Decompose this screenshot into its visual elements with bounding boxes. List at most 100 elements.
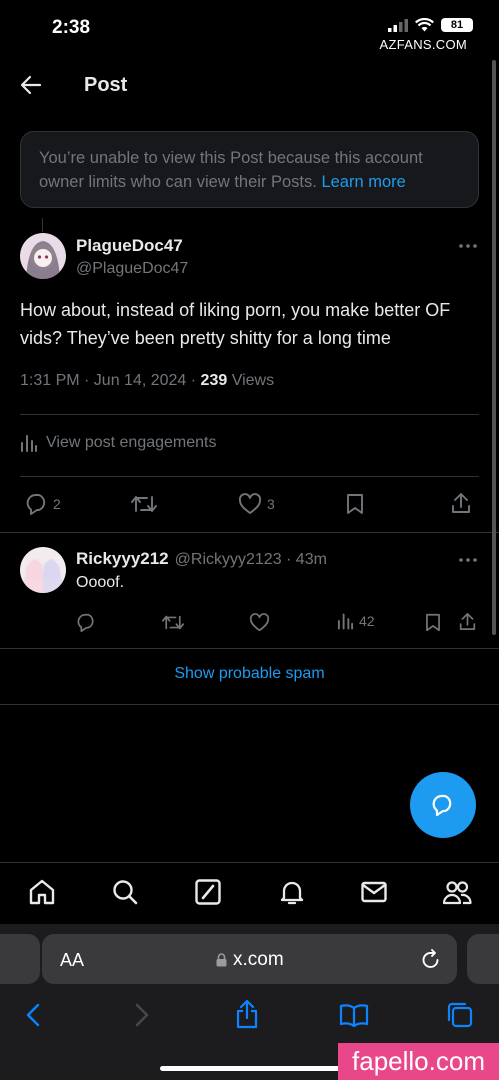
- divider: [0, 532, 499, 533]
- search-icon: [113, 880, 138, 905]
- bookmark-button[interactable]: [346, 493, 364, 515]
- mail-icon: [361, 881, 387, 903]
- like-button[interactable]: 3: [238, 493, 275, 515]
- view-engagements-link[interactable]: View post engagements: [20, 434, 216, 452]
- reply-like-button[interactable]: [249, 613, 270, 632]
- watermark-bottom: fapello.com: [338, 1043, 499, 1080]
- reply-avatar[interactable]: [20, 547, 66, 593]
- chat-bubble-icon: [432, 794, 452, 817]
- tab-grok[interactable]: [194, 878, 222, 906]
- chevron-right-icon: [135, 1003, 149, 1027]
- reply-views-button[interactable]: 42: [337, 612, 375, 630]
- engagements-label: View post engagements: [46, 434, 217, 451]
- heart-icon: [249, 613, 270, 632]
- watermark-top: AZFANS.COM: [379, 37, 467, 52]
- tab-notifications[interactable]: [278, 878, 306, 906]
- lock-icon: [216, 953, 227, 967]
- home-icon: [29, 879, 55, 905]
- more-icon: [459, 244, 477, 248]
- repost-icon: [162, 615, 184, 630]
- people-icon: [442, 881, 472, 905]
- reply-more-button[interactable]: [459, 558, 477, 562]
- tabs-icon: [447, 1002, 473, 1028]
- post-more-button[interactable]: [459, 244, 477, 248]
- url-display[interactable]: x.com: [216, 949, 284, 971]
- page-title: Post: [84, 74, 128, 96]
- tab-communities[interactable]: [442, 878, 472, 906]
- share-button[interactable]: [451, 492, 471, 514]
- reply-avatar-image: [20, 547, 66, 593]
- previous-tab-pill[interactable]: [0, 934, 40, 984]
- battery-indicator: 81: [441, 18, 473, 32]
- repost-button[interactable]: [131, 493, 157, 515]
- back-button[interactable]: [20, 75, 42, 95]
- reply-views-count: 42: [359, 613, 375, 629]
- reply-author-name[interactable]: Rickyyy212: [76, 549, 169, 569]
- back-arrow-icon: [20, 75, 42, 95]
- show-spam-link[interactable]: Show probable spam: [0, 665, 499, 683]
- tab-messages[interactable]: [360, 878, 388, 906]
- author-name[interactable]: PlagueDoc47: [76, 236, 183, 256]
- share-icon: [459, 613, 476, 630]
- divider: [20, 414, 479, 415]
- reply-text: Oooof.: [76, 574, 125, 591]
- reply-share-button[interactable]: [459, 612, 476, 631]
- more-icon: [459, 558, 477, 562]
- reply-icon: [77, 613, 94, 632]
- post-meta: 1:31 PM · Jun 14, 2024 · 239 Views: [20, 372, 274, 390]
- bookmark-icon: [347, 494, 363, 514]
- reload-icon: [422, 949, 439, 968]
- status-icons: 81: [388, 18, 473, 32]
- thread-line: [42, 218, 43, 232]
- book-icon: [339, 1004, 369, 1027]
- reply-reply-button[interactable]: [77, 613, 96, 632]
- tab-bar: [0, 862, 499, 924]
- wifi-icon: [415, 18, 434, 32]
- analytics-icon: [337, 613, 354, 630]
- grok-icon: [195, 879, 221, 905]
- url-text: x.com: [233, 949, 284, 970]
- bookmark-icon: [426, 613, 440, 632]
- post-time: 1:31 PM · Jun 14, 2024 ·: [20, 372, 201, 389]
- tab-home[interactable]: [28, 878, 56, 906]
- compose-reply-button[interactable]: [410, 772, 476, 838]
- divider: [0, 704, 499, 705]
- share-icon: [452, 493, 470, 513]
- reply-bookmark-button[interactable]: [425, 613, 441, 632]
- divider: [20, 476, 479, 477]
- bookmarks-button[interactable]: [339, 1003, 369, 1027]
- author-handle[interactable]: @PlagueDoc47: [76, 260, 188, 278]
- home-indicator[interactable]: [160, 1066, 340, 1071]
- browser-forward-button[interactable]: [135, 1003, 149, 1027]
- repost-icon: [131, 496, 157, 512]
- reply-icon: [26, 494, 46, 515]
- avatar[interactable]: [20, 233, 66, 279]
- analytics-icon: [21, 435, 37, 452]
- divider: [0, 648, 499, 649]
- scrollbar[interactable]: [492, 60, 496, 635]
- views-label: Views: [227, 372, 275, 389]
- views-count: 239: [200, 372, 228, 389]
- signal-icon: [388, 18, 408, 32]
- reply-author-handle[interactable]: @Rickyyy2123 · 43m: [175, 551, 327, 569]
- reply-count: 2: [53, 496, 61, 512]
- reload-button[interactable]: [421, 948, 441, 970]
- learn-more-link[interactable]: Learn more: [321, 173, 405, 191]
- reader-button[interactable]: AA: [60, 950, 84, 971]
- restricted-notice: You’re unable to view this Post because …: [20, 131, 479, 208]
- reply-header: Rickyyy212 @Rickyyy2123 · 43m: [76, 549, 327, 569]
- bell-icon: [280, 881, 304, 905]
- like-count: 3: [267, 496, 275, 512]
- tab-search[interactable]: [111, 878, 139, 906]
- post-text: How about, instead of liking porn, you m…: [20, 300, 451, 348]
- heart-icon: [238, 493, 262, 514]
- browser-back-button[interactable]: [26, 1003, 40, 1027]
- browser-share-button[interactable]: [235, 999, 259, 1029]
- avatar-image: [20, 233, 66, 279]
- reply-button[interactable]: 2: [26, 493, 61, 515]
- next-tab-pill[interactable]: [467, 934, 499, 984]
- reply-repost-button[interactable]: [162, 613, 184, 632]
- share-icon: [236, 999, 258, 1029]
- chevron-left-icon: [26, 1003, 40, 1027]
- tabs-button[interactable]: [446, 1001, 474, 1029]
